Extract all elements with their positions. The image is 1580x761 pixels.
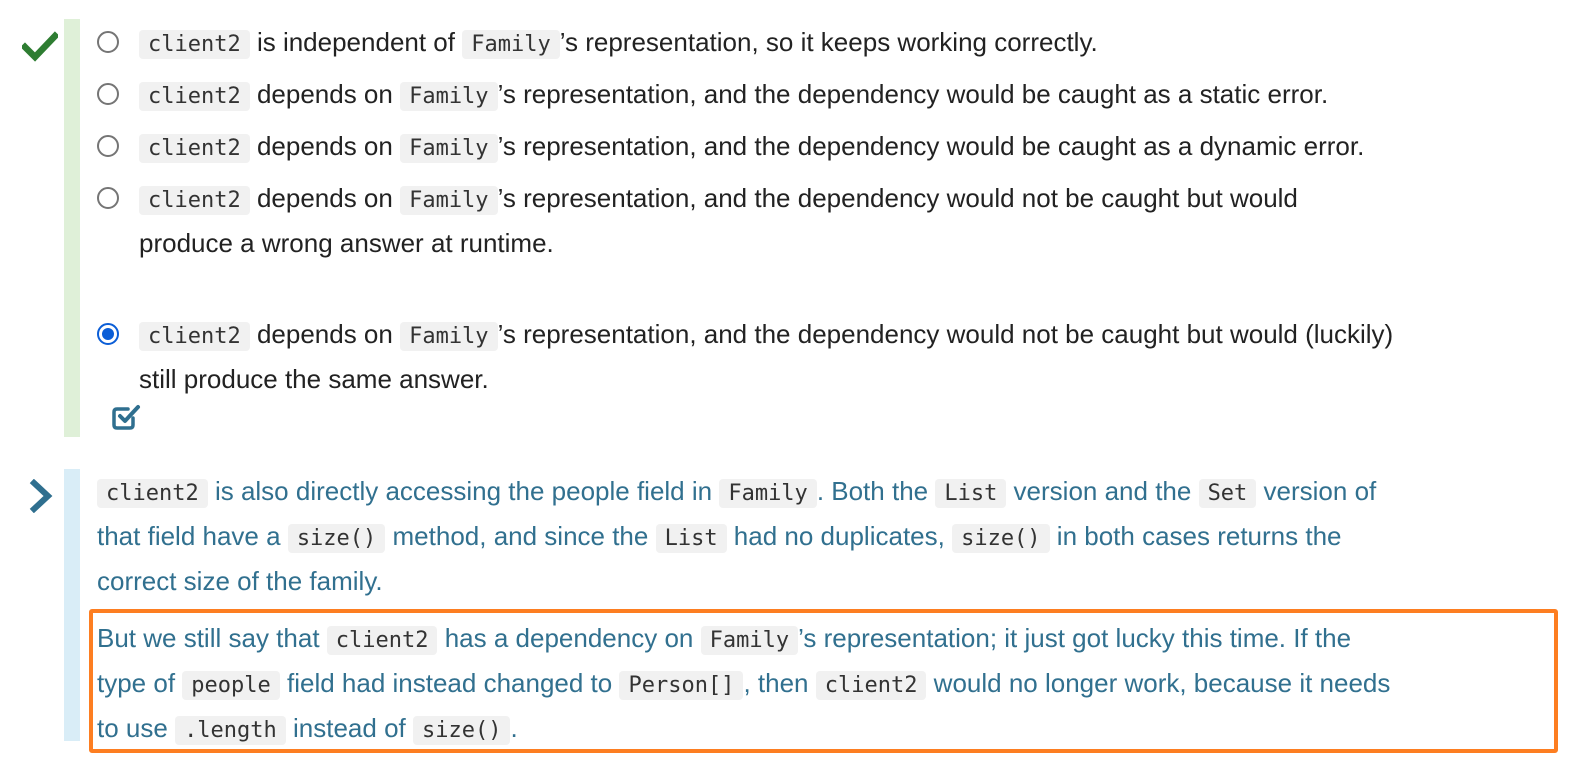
text-line: client2 depends on Family’s representati… [139,177,1559,222]
inline-code: size() [287,524,386,553]
text-segment: that field have a [97,521,288,551]
inline-code: Family [400,322,498,351]
text-segment: version and the [1006,476,1199,506]
option-5-text: client2 depends on Family’s representati… [139,313,1559,400]
text-segment: ’s representation, so it keeps working c… [559,27,1098,57]
inline-code: Family [719,479,817,508]
inline-code: client2 [139,30,250,59]
text-segment: depends on [249,79,401,109]
text-segment: ’s representation, and the dependency wo… [497,183,1298,213]
text-segment: depends on [249,131,401,161]
option-4-text: client2 depends on Family’s representati… [139,177,1559,264]
text-line: still produce the same answer. [139,358,1559,400]
chevron-right-icon[interactable] [28,479,56,513]
highlight-annotation-box [89,609,1558,753]
correct-indicator-bar [64,19,80,437]
text-segment: version of [1256,476,1377,506]
text-line: client2 is independent of Family’s repre… [139,21,1559,66]
option-5-radio[interactable] [97,323,119,345]
text-segment: ’s representation, and the dependency wo… [497,131,1365,161]
inline-code: Family [400,134,498,163]
text-line: client2 depends on Family’s representati… [139,73,1559,118]
option-2-radio[interactable] [97,83,119,105]
inline-code: Family [400,186,498,215]
inline-code: Family [462,30,560,59]
text-segment: is also directly accessing the people fi… [207,476,720,506]
text-segment: in both cases returns the [1049,521,1342,551]
text-segment: correct size of the family. [97,566,383,596]
inline-code: List [935,479,1007,508]
checkbox-checked-icon [112,405,140,430]
option-1-text: client2 is independent of Family’s repre… [139,21,1559,66]
text-line: that field have a size() method, and sin… [97,515,1547,560]
feedback-panel: client2 is also directly accessing the p… [0,466,1580,761]
check-icon [22,31,58,62]
text-line: client2 is also directly accessing the p… [97,470,1547,515]
text-segment: . Both the [816,476,936,506]
option-3-text: client2 depends on Family’s representati… [139,125,1559,170]
inline-code: List [655,524,727,553]
text-line: client2 depends on Family’s representati… [139,313,1559,358]
option-1-radio[interactable] [97,31,119,53]
text-segment: ’s representation, and the dependency wo… [497,319,1394,349]
inline-code: client2 [139,134,250,163]
text-segment: had no duplicates, [726,521,953,551]
text-segment: method, and since the [385,521,656,551]
inline-code: client2 [139,186,250,215]
text-line: produce a wrong answer at runtime. [139,222,1559,264]
inline-code: size() [952,524,1050,553]
text-segment: still produce the same answer. [139,364,489,394]
option-4-radio[interactable] [97,187,119,209]
text-segment: is independent of [249,27,463,57]
inline-code: Family [400,82,498,111]
text-segment: ’s representation, and the dependency wo… [497,79,1329,109]
text-segment: depends on [249,183,401,213]
option-3-radio[interactable] [97,135,119,157]
inline-code: Set [1198,479,1257,508]
option-2-text: client2 depends on Family’s representati… [139,73,1559,118]
question-options: client2 is independent of Family’s repre… [0,0,1580,442]
feedback-paragraph-1: client2 is also directly accessing the p… [97,470,1547,602]
inline-code: client2 [139,322,250,351]
inline-code: client2 [97,479,208,508]
inline-code: client2 [139,82,250,111]
text-line: correct size of the family. [97,560,1547,602]
text-segment: produce a wrong answer at runtime. [139,228,554,258]
feedback-indicator-bar [64,469,80,741]
text-segment: depends on [249,319,401,349]
text-line: client2 depends on Family’s representati… [139,125,1559,170]
